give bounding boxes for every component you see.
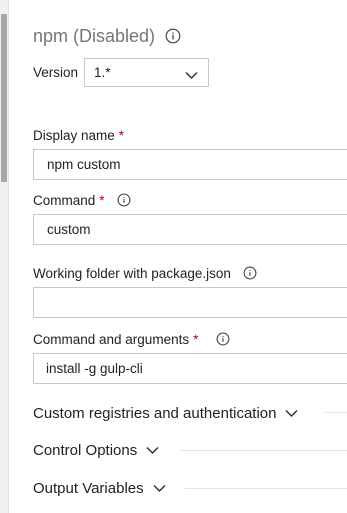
command-value: custom [47,222,91,237]
version-label-text: Version [33,64,79,80]
working-folder-label-text: Working folder with package.json [33,265,231,281]
section-control-options-label: Control Options [33,441,138,459]
command-label: Command * [33,191,131,209]
task-title: npm (Disabled) [33,25,181,47]
section-divider [185,488,347,489]
task-title-text: npm (Disabled) [33,25,156,46]
section-control-options[interactable]: Control Options [33,440,159,460]
command-args-label-text: Command and arguments [33,331,190,347]
command-args-value: install -g gulp-cli [46,361,143,376]
display-name-label: Display name * [33,126,124,144]
info-icon[interactable] [243,266,257,280]
working-folder-label: Working folder with package.json [33,264,257,282]
info-icon[interactable] [165,28,181,44]
command-label-text: Command [33,192,96,208]
version-label: Version [33,63,78,81]
scrollbar-thumb[interactable] [1,14,7,182]
chevron-down-icon [285,405,298,422]
version-select-value: 1.* [94,65,111,80]
required-asterisk: * [118,127,125,143]
section-custom-registries[interactable]: Custom registries and authentication [33,403,298,423]
section-divider [180,450,347,451]
section-custom-registries-label: Custom registries and authentication [33,404,277,422]
chevron-down-icon [153,480,166,497]
command-args-field[interactable]: install -g gulp-cli [33,353,347,384]
info-icon[interactable] [216,332,230,346]
version-select[interactable]: 1.* [84,58,209,87]
required-asterisk: * [99,192,105,208]
required-asterisk: * [193,331,199,347]
section-output-variables-label: Output Variables [33,479,144,497]
section-output-variables[interactable]: Output Variables [33,478,166,498]
command-field[interactable]: custom [33,214,347,245]
display-name-field[interactable]: npm custom [33,149,347,180]
chevron-down-icon [185,68,198,83]
display-name-label-text: Display name [33,127,115,143]
section-divider [325,412,347,413]
chevron-down-icon [146,442,159,459]
left-gutter [0,0,9,513]
display-name-value: npm custom [47,157,121,172]
working-folder-field[interactable] [33,287,347,318]
command-args-label: Command and arguments * [33,330,230,348]
info-icon[interactable] [117,193,131,207]
